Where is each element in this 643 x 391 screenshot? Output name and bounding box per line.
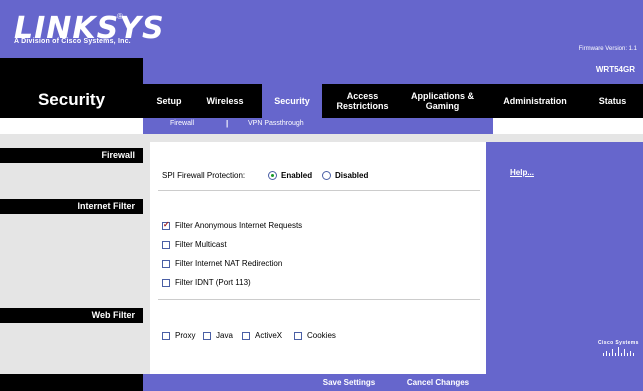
tab-label: Applications & Gaming	[410, 91, 474, 111]
tab-setup[interactable]: Setup	[143, 84, 195, 118]
subtab-vpn-passthrough[interactable]: VPN Passthrough	[248, 120, 304, 127]
spi-enabled-label: Enabled	[281, 171, 313, 180]
subtab-separator: |	[226, 119, 229, 128]
filter-anonymous-label: Filter Anonymous Internet Requests	[175, 221, 303, 230]
filter-idnt-label: Filter IDNT (Port 113)	[175, 278, 251, 287]
cisco-bars-icon	[603, 347, 634, 356]
web-filter-cookies-checkbox[interactable]	[294, 332, 302, 340]
web-filter-proxy-label: Proxy	[175, 331, 196, 340]
tab-status[interactable]: Status	[585, 84, 640, 118]
tab-administration[interactable]: Administration	[490, 84, 580, 118]
cancel-changes-button[interactable]: Cancel Changes	[398, 375, 478, 390]
footer-left	[0, 374, 143, 391]
tab-wireless[interactable]: Wireless	[195, 84, 255, 118]
spacer-row	[0, 134, 643, 142]
web-filter-activex-label: ActiveX	[255, 331, 283, 340]
model-bar	[143, 58, 643, 84]
web-filter-java-checkbox[interactable]	[203, 332, 211, 340]
tab-security[interactable]: Security	[262, 84, 322, 118]
help-link[interactable]: Help...	[510, 168, 534, 177]
save-settings-button[interactable]: Save Settings	[314, 375, 384, 390]
web-filter-proxy-checkbox[interactable]	[162, 332, 170, 340]
filter-idnt-checkbox[interactable]	[162, 279, 170, 287]
footer-right	[486, 374, 643, 391]
tab-label: Access Restrictions	[336, 91, 389, 111]
content-gutter	[143, 142, 150, 374]
tab-label: Setup	[156, 96, 182, 106]
filter-nat-redirection-checkbox[interactable]	[162, 260, 170, 268]
divider	[158, 190, 480, 191]
firmware-version: Firmware Version: 1.1	[578, 46, 637, 52]
page-title: Security	[37, 90, 106, 109]
tab-access-restrictions[interactable]: Access Restrictions	[325, 84, 400, 118]
tab-label: Wireless	[206, 96, 244, 106]
spi-enabled-radio[interactable]	[268, 171, 277, 180]
spi-disabled-radio[interactable]	[322, 171, 331, 180]
filter-multicast-checkbox[interactable]	[162, 241, 170, 249]
label-web-filter: Web Filter	[0, 308, 143, 323]
spi-firewall-label: SPI Firewall Protection:	[162, 171, 246, 180]
cisco-systems-logo: Cisco Systems	[598, 340, 639, 346]
registered-mark: ®	[117, 12, 123, 21]
filter-anonymous-checkbox[interactable]	[162, 220, 170, 230]
model-name: WRT54GR	[595, 65, 635, 74]
subtab-bar	[143, 118, 493, 134]
tab-applications-gaming[interactable]: Applications & Gaming	[405, 84, 480, 118]
web-filter-activex-checkbox[interactable]	[242, 332, 250, 340]
web-filter-java-label: Java	[216, 331, 233, 340]
label-firewall: Firewall	[0, 148, 143, 163]
spi-disabled-label: Disabled	[335, 171, 369, 180]
filter-nat-redirection-label: Filter Internet NAT Redirection	[175, 259, 283, 268]
web-filter-cookies-label: Cookies	[307, 331, 336, 340]
label-internet-filter: Internet Filter	[0, 199, 143, 214]
router-config-page: LINKSYS ® A Division of Cisco Systems, I…	[0, 0, 643, 391]
tab-label: Status	[598, 96, 627, 106]
tab-label: Security	[274, 96, 310, 106]
subtab-firewall[interactable]: Firewall	[170, 120, 194, 127]
left-label-column	[0, 142, 143, 374]
divider	[158, 299, 480, 300]
filter-multicast-label: Filter Multicast	[175, 240, 227, 249]
logo-tagline: A Division of Cisco Systems, Inc.	[14, 38, 131, 45]
tab-label: Administration	[503, 96, 567, 106]
